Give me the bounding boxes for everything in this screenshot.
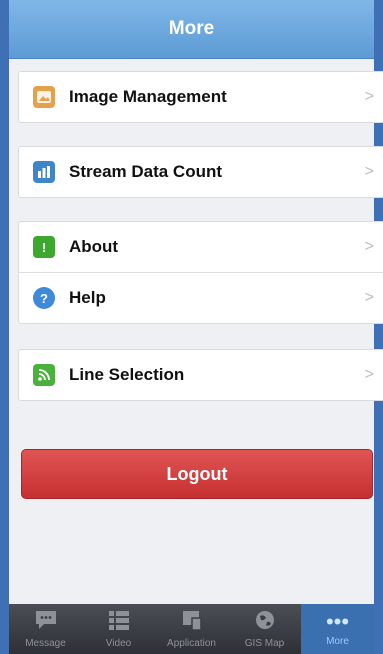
image-management-icon xyxy=(33,86,55,108)
tab-bar: Message Video Application GIS Map ••• Mo… xyxy=(9,604,374,654)
chevron-right-icon: > xyxy=(364,238,374,255)
menu-item-label: Stream Data Count xyxy=(69,162,223,181)
nav-header: More xyxy=(9,0,374,59)
logout-button[interactable]: Logout xyxy=(21,449,373,499)
tab-label: Application xyxy=(167,638,216,649)
tab-more[interactable]: ••• More xyxy=(301,604,374,654)
menu-item-stream-data-count[interactable]: Stream Data Count > xyxy=(19,147,383,197)
globe-icon xyxy=(253,609,277,635)
chevron-right-icon: > xyxy=(364,163,374,180)
tab-label: GIS Map xyxy=(244,638,285,649)
menu-group-3: ! About > ? Help > xyxy=(18,221,383,324)
menu-item-image-management[interactable]: Image Management > xyxy=(19,72,383,122)
menu-group-1: Image Management > xyxy=(18,71,383,123)
menu-item-label: Help xyxy=(69,288,106,307)
tab-application[interactable]: Application xyxy=(155,604,228,654)
chevron-right-icon: > xyxy=(364,289,374,306)
message-icon xyxy=(34,609,58,635)
question-icon: ? xyxy=(33,287,55,309)
menu-item-help[interactable]: ? Help > xyxy=(19,272,383,323)
menu-group-4: Line Selection > xyxy=(18,349,383,401)
rss-icon xyxy=(33,364,55,386)
tab-label: Video xyxy=(105,638,132,649)
video-list-icon xyxy=(107,609,131,635)
more-dots-icon: ••• xyxy=(325,609,350,634)
menu-item-about[interactable]: ! About > xyxy=(19,222,383,272)
menu-item-label: About xyxy=(69,237,119,256)
menu-item-label: Image Management xyxy=(69,87,227,106)
chevron-right-icon: > xyxy=(364,88,374,105)
tab-message[interactable]: Message xyxy=(9,604,82,654)
page-title: More xyxy=(168,18,215,39)
menu-group-2: Stream Data Count > xyxy=(18,146,383,198)
application-icon xyxy=(180,609,204,635)
menu-item-line-selection[interactable]: Line Selection > xyxy=(19,350,383,400)
tab-gis-map[interactable]: GIS Map xyxy=(228,604,301,654)
bar-chart-icon xyxy=(33,161,55,183)
tab-label: More xyxy=(326,636,349,647)
tab-video[interactable]: Video xyxy=(82,604,155,654)
chevron-right-icon: > xyxy=(364,366,374,383)
exclamation-icon: ! xyxy=(33,236,55,258)
menu-item-label: Line Selection xyxy=(69,365,185,384)
tab-label: Message xyxy=(25,638,66,649)
app-frame: More Image Management > Stream Data Coun… xyxy=(0,0,383,654)
